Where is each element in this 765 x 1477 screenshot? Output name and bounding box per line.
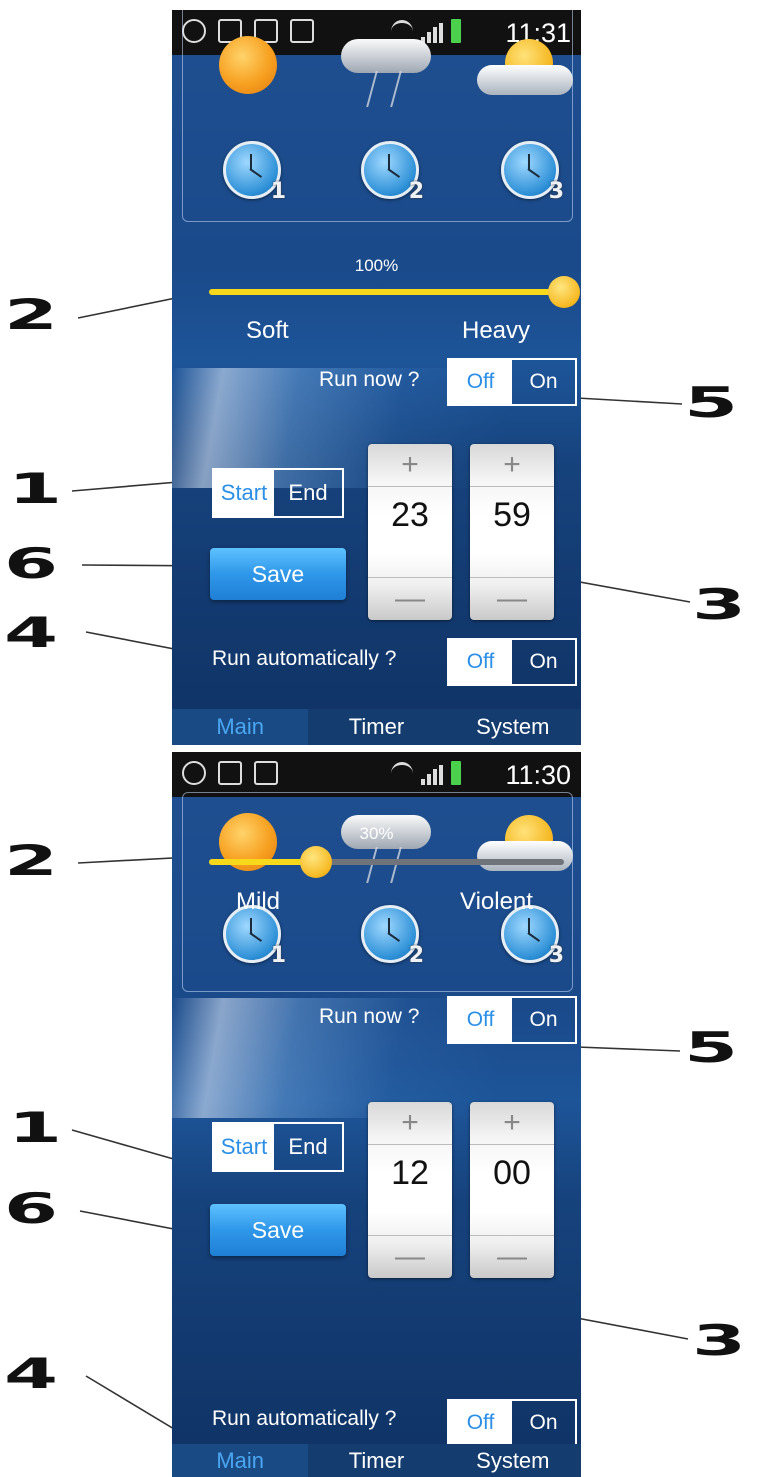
status-time: 11:30 <box>505 760 571 790</box>
battery-icon <box>451 761 461 785</box>
callout-5: 5 <box>684 378 739 427</box>
weather-preset-box: 1 2 3 <box>182 10 573 222</box>
phone-screen-top: 11:31 1 2 3 100% Soft Heavy Run now ? Of… <box>172 10 581 745</box>
callout-1: 1 <box>8 464 63 513</box>
bag-icon <box>218 761 242 785</box>
intensity-slider-fill <box>209 289 564 295</box>
end-option[interactable]: End <box>274 470 342 516</box>
hour-increment-button[interactable]: + <box>368 444 452 487</box>
run-now-on[interactable]: On <box>512 998 575 1042</box>
notification-icons <box>182 761 278 785</box>
intensity-slider[interactable] <box>209 846 564 878</box>
run-now-toggle[interactable]: Off On <box>447 996 577 1044</box>
tab-timer[interactable]: Timer <box>308 709 444 745</box>
intensity-slider-thumb[interactable] <box>548 276 580 308</box>
hour-decrement-button[interactable]: — <box>368 1235 452 1278</box>
end-option[interactable]: End <box>274 1124 342 1170</box>
hour-spinner: + 23 — <box>368 444 452 620</box>
run-automatically-off[interactable]: Off <box>449 640 512 684</box>
callout-3: 3 <box>692 580 747 629</box>
run-now-label: Run now ? <box>319 368 420 391</box>
run-automatically-on[interactable]: On <box>512 640 575 684</box>
bottom-tab-bar: Main Timer System <box>172 1444 581 1477</box>
run-now-off[interactable]: Off <box>449 998 512 1042</box>
hour-decrement-button[interactable]: — <box>368 577 452 620</box>
save-button[interactable]: Save <box>210 548 346 600</box>
hour-value: 23 <box>391 496 429 534</box>
hour-increment-button[interactable]: + <box>368 1102 452 1145</box>
sun-icon[interactable] <box>219 36 277 94</box>
clock-icon[interactable]: 3 <box>501 141 564 204</box>
partly-cloudy-icon[interactable] <box>477 39 573 101</box>
callout-5: 5 <box>684 1023 739 1072</box>
bottom-tab-bar: Main Timer System <box>172 709 581 745</box>
minute-increment-button[interactable]: + <box>470 1102 554 1145</box>
intensity-percent: 100% <box>354 256 399 275</box>
callout-6: 6 <box>4 1184 59 1233</box>
system-icons <box>391 761 461 785</box>
minute-value: 00 <box>493 1154 531 1192</box>
start-end-selector[interactable]: Start End <box>212 1122 344 1172</box>
wifi-icon <box>391 762 413 785</box>
callout-3: 3 <box>692 1316 747 1365</box>
tab-system[interactable]: System <box>445 1444 581 1477</box>
run-now-toggle[interactable]: Off On <box>447 358 577 406</box>
save-button[interactable]: Save <box>210 1204 346 1256</box>
clipboard-icon <box>254 761 278 785</box>
intensity-min-label: Soft <box>246 317 289 344</box>
clock-icon[interactable]: 1 <box>223 141 286 204</box>
status-bar: 11:30 <box>172 752 581 797</box>
run-now-off[interactable]: Off <box>449 360 512 404</box>
intensity-max-label: Violent <box>460 888 533 915</box>
thunderstorm-icon[interactable] <box>341 39 431 109</box>
hour-spinner: + 12 — <box>368 1102 452 1278</box>
run-automatically-label: Run automatically ? <box>212 647 397 670</box>
run-automatically-toggle[interactable]: Off On <box>447 638 577 686</box>
start-option[interactable]: Start <box>214 1124 274 1170</box>
run-automatically-toggle[interactable]: Off On <box>447 1399 577 1447</box>
run-now-on[interactable]: On <box>512 360 575 404</box>
signal-icon <box>421 765 443 785</box>
start-option[interactable]: Start <box>214 470 274 516</box>
minute-spinner: + 00 — <box>470 1102 554 1278</box>
tab-timer[interactable]: Timer <box>308 1444 444 1477</box>
tab-main[interactable]: Main <box>172 1444 309 1477</box>
intensity-slider[interactable] <box>209 276 580 308</box>
minute-increment-button[interactable]: + <box>470 444 554 487</box>
callout-6: 6 <box>4 539 59 588</box>
clock-icon[interactable]: 2 <box>361 905 424 968</box>
hour-value: 12 <box>391 1154 429 1192</box>
minute-decrement-button[interactable]: — <box>470 577 554 620</box>
callout-2: 2 <box>4 836 59 885</box>
tab-system[interactable]: System <box>445 709 581 745</box>
minute-decrement-button[interactable]: — <box>470 1235 554 1278</box>
callout-4: 4 <box>4 608 59 657</box>
intensity-max-label: Heavy <box>462 317 531 344</box>
run-automatically-off[interactable]: Off <box>449 1401 512 1445</box>
run-automatically-on[interactable]: On <box>512 1401 575 1445</box>
minute-spinner: + 59 — <box>470 444 554 620</box>
intensity-slider-thumb[interactable] <box>299 846 332 878</box>
intensity-min-label: Mild <box>236 888 281 915</box>
run-automatically-label: Run automatically ? <box>212 1407 397 1430</box>
callout-2: 2 <box>4 290 59 339</box>
run-now-label: Run now ? <box>319 1005 420 1028</box>
callout-4: 4 <box>4 1349 59 1398</box>
intensity-percent: 30% <box>359 824 394 843</box>
chat-icon <box>182 761 206 785</box>
clock-icon[interactable]: 2 <box>361 141 424 204</box>
minute-value: 59 <box>493 496 531 534</box>
callout-1: 1 <box>8 1103 63 1152</box>
start-end-selector[interactable]: Start End <box>212 468 344 518</box>
phone-screen-bottom: 11:30 1 2 3 30% Mild Violent Run now ? O… <box>172 752 581 1477</box>
tab-main[interactable]: Main <box>172 709 309 745</box>
